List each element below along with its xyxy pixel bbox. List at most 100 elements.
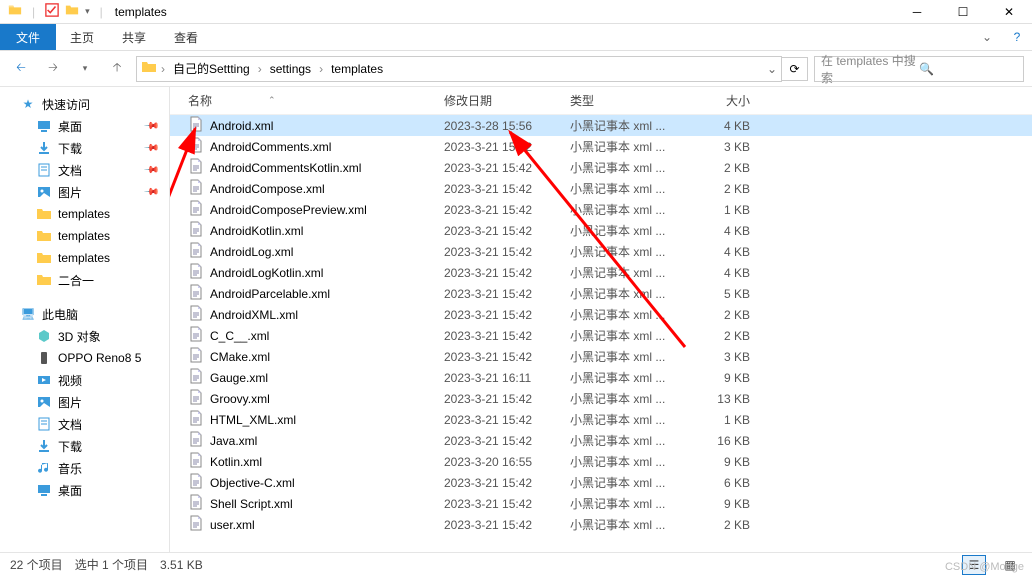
nav-pc-item[interactable]: 图片	[0, 391, 169, 413]
file-list[interactable]: Android.xml2023-3-28 15:56小黑记事本 xml ...4…	[170, 115, 1032, 552]
column-headers[interactable]: 名称⌃ 修改日期 类型 大小	[170, 87, 1032, 115]
breadcrumb[interactable]: › 自己的Settting › settings › templates ⌄	[136, 56, 782, 82]
breadcrumb-sep[interactable]: ›	[161, 62, 165, 76]
file-date: 2023-3-20 16:55	[444, 455, 570, 469]
recent-dropdown-icon[interactable]: ▾	[72, 56, 98, 82]
col-name[interactable]: 名称⌃	[188, 92, 444, 109]
nav-quick-item[interactable]: 下载📌	[0, 137, 169, 159]
nav-pc-item[interactable]: 桌面	[0, 479, 169, 501]
file-date: 2023-3-21 16:11	[444, 371, 570, 385]
close-button[interactable]: ✕	[986, 0, 1032, 24]
minimize-button[interactable]: ─	[894, 0, 940, 24]
file-icon	[188, 452, 204, 471]
file-icon	[188, 368, 204, 387]
up-button[interactable]: 🡡	[104, 56, 130, 82]
file-type: 小黑记事本 xml ...	[570, 474, 686, 491]
file-row[interactable]: AndroidLogKotlin.xml2023-3-21 15:42小黑记事本…	[170, 262, 1032, 283]
nav-pc-item[interactable]: 下载	[0, 435, 169, 457]
file-row[interactable]: user.xml2023-3-21 15:42小黑记事本 xml ...2 KB	[170, 514, 1032, 535]
file-size: 4 KB	[686, 245, 750, 259]
download-icon	[36, 140, 52, 156]
qat-checkbox-icon[interactable]	[45, 3, 59, 20]
breadcrumb-sep[interactable]: ›	[258, 62, 262, 76]
nav-quick-item[interactable]: templates	[0, 203, 169, 225]
file-row[interactable]: AndroidLog.xml2023-3-21 15:42小黑记事本 xml .…	[170, 241, 1032, 262]
nav-quick-item[interactable]: 文档📌	[0, 159, 169, 181]
file-row[interactable]: AndroidXML.xml2023-3-21 15:42小黑记事本 xml .…	[170, 304, 1032, 325]
search-input[interactable]: 在 templates 中搜索 🔍	[814, 56, 1024, 82]
download-icon	[36, 438, 52, 454]
music-icon	[36, 460, 52, 476]
nav-pc-item[interactable]: 3D 对象	[0, 325, 169, 347]
crumb-1[interactable]: settings	[266, 62, 315, 76]
breadcrumb-dropdown-icon[interactable]: ⌄	[767, 62, 777, 76]
qat-folder-icon[interactable]	[65, 3, 79, 20]
nav-pc-item[interactable]: OPPO Reno8 5	[0, 347, 169, 369]
back-button[interactable]: 🡠	[8, 56, 34, 82]
view-details-button[interactable]: ☰	[962, 555, 986, 575]
file-row[interactable]: AndroidParcelable.xml2023-3-21 15:42小黑记事…	[170, 283, 1032, 304]
refresh-button[interactable]: ⟳	[782, 57, 808, 81]
nav-pc-item[interactable]: 音乐	[0, 457, 169, 479]
help-icon[interactable]: ?	[1002, 24, 1032, 50]
nav-pc-item[interactable]: 视频	[0, 369, 169, 391]
status-count: 22 个项目	[10, 556, 63, 573]
file-row[interactable]: Shell Script.xml2023-3-21 15:42小黑记事本 xml…	[170, 493, 1032, 514]
sort-asc-icon: ⌃	[268, 95, 276, 106]
nav-pane[interactable]: ★ 快速访问 桌面📌下载📌文档📌图片📌templatestemplatestem…	[0, 87, 170, 552]
forward-button[interactable]: 🡢	[40, 56, 66, 82]
nav-quick-item[interactable]: templates	[0, 247, 169, 269]
file-size: 4 KB	[686, 266, 750, 280]
qat-separator-2: |	[100, 5, 103, 19]
ribbon: 文件 主页 共享 查看 ⌄ ?	[0, 24, 1032, 51]
file-row[interactable]: AndroidComments.xml2023-3-21 15:42小黑记事本 …	[170, 136, 1032, 157]
nav-quick-item[interactable]: 图片📌	[0, 181, 169, 203]
file-row[interactable]: Gauge.xml2023-3-21 16:11小黑记事本 xml ...9 K…	[170, 367, 1032, 388]
folder-icon	[36, 228, 52, 244]
file-row[interactable]: AndroidCommentsKotlin.xml2023-3-21 15:42…	[170, 157, 1032, 178]
file-row[interactable]: CMake.xml2023-3-21 15:42小黑记事本 xml ...3 K…	[170, 346, 1032, 367]
ribbon-collapse-icon[interactable]: ⌄	[972, 24, 1002, 50]
file-row[interactable]: Objective-C.xml2023-3-21 15:42小黑记事本 xml …	[170, 472, 1032, 493]
file-row[interactable]: AndroidComposePreview.xml2023-3-21 15:42…	[170, 199, 1032, 220]
view-large-button[interactable]: ▦	[998, 555, 1022, 575]
crumb-2[interactable]: templates	[327, 62, 387, 76]
breadcrumb-sep[interactable]: ›	[319, 62, 323, 76]
nav-quick-item[interactable]: templates	[0, 225, 169, 247]
file-size: 2 KB	[686, 329, 750, 343]
maximize-button[interactable]: ☐	[940, 0, 986, 24]
tab-share[interactable]: 共享	[108, 24, 160, 50]
tab-home[interactable]: 主页	[56, 24, 108, 50]
file-type: 小黑记事本 xml ...	[570, 180, 686, 197]
crumb-0[interactable]: 自己的Settting	[169, 60, 254, 77]
file-date: 2023-3-21 15:42	[444, 224, 570, 238]
file-size: 9 KB	[686, 455, 750, 469]
file-row[interactable]: AndroidKotlin.xml2023-3-21 15:42小黑记事本 xm…	[170, 220, 1032, 241]
file-row[interactable]: C_C__.xml2023-3-21 15:42小黑记事本 xml ...2 K…	[170, 325, 1032, 346]
file-row[interactable]: Java.xml2023-3-21 15:42小黑记事本 xml ...16 K…	[170, 430, 1032, 451]
nav-this-pc[interactable]: 🖥 此电脑	[0, 303, 169, 325]
col-size[interactable]: 大小	[686, 92, 750, 109]
file-type: 小黑记事本 xml ...	[570, 222, 686, 239]
file-size: 4 KB	[686, 224, 750, 238]
file-row[interactable]: Groovy.xml2023-3-21 15:42小黑记事本 xml ...13…	[170, 388, 1032, 409]
nav-quick-item[interactable]: 二合一	[0, 269, 169, 291]
file-tab[interactable]: 文件	[0, 24, 56, 50]
tab-view[interactable]: 查看	[160, 24, 212, 50]
col-date[interactable]: 修改日期	[444, 92, 570, 109]
file-row[interactable]: Android.xml2023-3-28 15:56小黑记事本 xml ...4…	[170, 115, 1032, 136]
nav-quick-item[interactable]: 桌面📌	[0, 115, 169, 137]
file-row[interactable]: AndroidCompose.xml2023-3-21 15:42小黑记事本 x…	[170, 178, 1032, 199]
file-size: 3 KB	[686, 140, 750, 154]
nav-quick-access[interactable]: ★ 快速访问	[0, 93, 169, 115]
file-icon	[188, 431, 204, 450]
qat-dropdown-icon[interactable]: ▾	[85, 6, 90, 17]
video-icon	[36, 372, 52, 388]
file-icon	[188, 410, 204, 429]
file-row[interactable]: Kotlin.xml2023-3-20 16:55小黑记事本 xml ...9 …	[170, 451, 1032, 472]
file-date: 2023-3-21 15:42	[444, 476, 570, 490]
file-type: 小黑记事本 xml ...	[570, 369, 686, 386]
col-type[interactable]: 类型	[570, 92, 686, 109]
nav-pc-item[interactable]: 文档	[0, 413, 169, 435]
file-row[interactable]: HTML_XML.xml2023-3-21 15:42小黑记事本 xml ...…	[170, 409, 1032, 430]
